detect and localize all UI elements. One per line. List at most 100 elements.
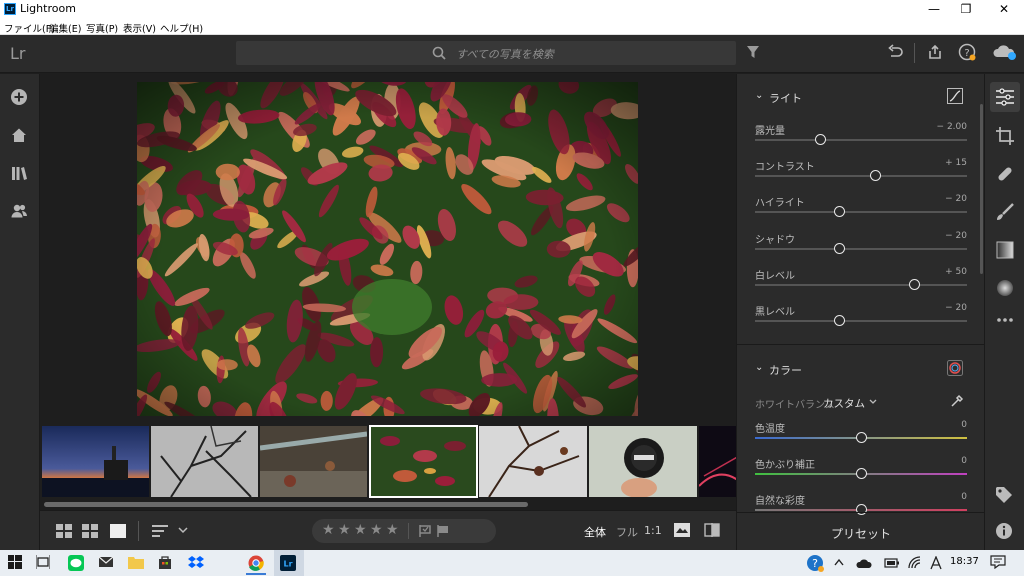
onedrive-icon[interactable] [856, 557, 872, 569]
filmstrip-thumb[interactable] [42, 426, 149, 497]
slider-track[interactable] [755, 320, 967, 322]
slider-track[interactable] [755, 247, 967, 250]
star-3[interactable]: ★ [354, 522, 367, 538]
menu-edit[interactable]: 編集(E) [49, 21, 81, 35]
edit-sliders-icon[interactable] [995, 88, 1015, 106]
eyedropper-icon[interactable] [950, 394, 964, 408]
people-icon[interactable] [10, 202, 28, 220]
panel-scrollbar[interactable] [980, 104, 983, 274]
filmstrip-thumb[interactable] [699, 426, 736, 497]
battery-icon[interactable] [884, 557, 900, 569]
menu-help[interactable]: ヘルプ(H) [160, 21, 203, 35]
menu-file[interactable]: ファイル(F) [4, 21, 55, 35]
file-explorer-icon[interactable] [128, 555, 144, 569]
slider-handle[interactable] [815, 134, 827, 145]
menu-view[interactable]: 表示(V) [123, 21, 156, 35]
dropbox-icon[interactable] [188, 555, 204, 569]
maximize-button[interactable]: ❐ [948, 0, 984, 18]
minimize-button[interactable]: — [916, 0, 952, 18]
filter-icon[interactable] [746, 45, 760, 59]
filmstrip-scrollbar[interactable] [44, 502, 528, 507]
linear-gradient-icon[interactable] [995, 240, 1015, 260]
color-mixer-icon[interactable] [947, 360, 963, 376]
radial-gradient-icon[interactable] [995, 278, 1015, 298]
white-balance-select[interactable]: カスタム [823, 396, 865, 411]
presets-button[interactable]: プリセット [737, 512, 985, 550]
brush-icon[interactable] [995, 202, 1015, 222]
star-2[interactable]: ★ [338, 522, 351, 538]
add-photos-icon[interactable] [10, 88, 28, 106]
zoom-fit-full[interactable]: フル [616, 524, 638, 540]
chrome-icon[interactable] [248, 555, 264, 571]
menu-photo[interactable]: 写真(P) [86, 21, 118, 35]
detail-view-icon[interactable] [110, 524, 126, 538]
star-5[interactable]: ★ [386, 522, 399, 538]
star-4[interactable]: ★ [370, 522, 383, 538]
crop-icon[interactable] [995, 126, 1015, 146]
slider-track[interactable] [755, 211, 967, 214]
slider-value[interactable]: − 20 [945, 231, 967, 241]
mail-icon[interactable] [98, 555, 114, 569]
chevron-down-icon[interactable] [869, 399, 877, 405]
chevron-up-icon[interactable] [834, 558, 844, 566]
taskbar-clock[interactable]: 18:37 [950, 556, 979, 567]
light-section-header[interactable]: ⌄ ライト [737, 78, 985, 114]
slider-value[interactable]: 0 [961, 492, 967, 502]
home-icon[interactable] [10, 126, 28, 144]
slider-track[interactable] [755, 175, 967, 178]
input-method-icon[interactable] [930, 556, 942, 570]
slider-value[interactable]: − 20 [945, 194, 967, 204]
slider-value[interactable]: + 15 [945, 158, 967, 168]
filmstrip-thumb[interactable] [589, 426, 697, 497]
windows-start-icon[interactable] [8, 555, 22, 569]
slider-value[interactable]: 0 [961, 456, 967, 466]
action-center-icon[interactable] [990, 555, 1006, 569]
undo-icon[interactable] [886, 43, 904, 61]
slider-value[interactable]: − 20 [945, 303, 967, 313]
slider-handle[interactable] [855, 432, 867, 443]
line-app-icon[interactable] [68, 555, 84, 571]
help-icon[interactable]: ? [958, 43, 976, 61]
healing-brush-icon[interactable] [995, 164, 1015, 184]
chevron-down-icon[interactable] [178, 527, 188, 535]
filmstrip-thumb[interactable] [260, 426, 367, 497]
slider-track[interactable] [755, 139, 967, 141]
search-input[interactable]: すべての写真を検索 [236, 41, 736, 65]
slider-handle[interactable] [908, 278, 920, 290]
wifi-icon[interactable] [908, 556, 922, 570]
filmstrip-thumb[interactable] [479, 426, 587, 497]
tone-curve-icon[interactable] [947, 88, 963, 104]
filmstrip-thumb-selected[interactable] [369, 425, 478, 498]
help-tray-icon[interactable]: ? [806, 554, 824, 572]
library-icon[interactable] [10, 164, 28, 182]
star-1[interactable]: ★ [322, 522, 335, 538]
lightroom-taskbar-icon[interactable]: Lr [280, 555, 296, 571]
square-grid-icon[interactable] [56, 524, 72, 538]
sort-icon[interactable] [152, 524, 170, 538]
slider-handle[interactable] [870, 170, 882, 182]
slider-handle[interactable] [855, 468, 867, 479]
compare-view-icon[interactable] [704, 523, 720, 537]
close-button[interactable]: ✕ [986, 0, 1022, 18]
slider-handle[interactable] [834, 242, 846, 254]
filmstrip-thumb[interactable] [151, 426, 258, 497]
slider-handle[interactable] [834, 315, 846, 326]
flag-pick-icon[interactable] [418, 524, 432, 538]
tag-icon[interactable] [995, 486, 1013, 504]
more-icon[interactable] [995, 316, 1015, 324]
filmstrip-toggle-icon[interactable] [674, 523, 690, 537]
slider-track[interactable] [755, 283, 967, 286]
flag-reject-icon[interactable] [436, 524, 450, 538]
zoom-fit-all[interactable]: 全体 [584, 524, 606, 540]
slider-value[interactable]: + 50 [945, 267, 967, 277]
share-icon[interactable] [926, 43, 944, 61]
task-view-icon[interactable] [36, 555, 50, 569]
slider-value[interactable]: − 2.00 [937, 122, 967, 132]
slider-value[interactable]: 0 [961, 420, 967, 430]
cloud-sync-icon[interactable] [992, 43, 1018, 61]
zoom-1-1[interactable]: 1:1 [644, 524, 662, 537]
info-icon[interactable] [995, 522, 1013, 540]
slider-handle[interactable] [834, 206, 846, 218]
main-photo[interactable] [137, 82, 638, 416]
photo-grid-icon[interactable] [82, 524, 98, 538]
